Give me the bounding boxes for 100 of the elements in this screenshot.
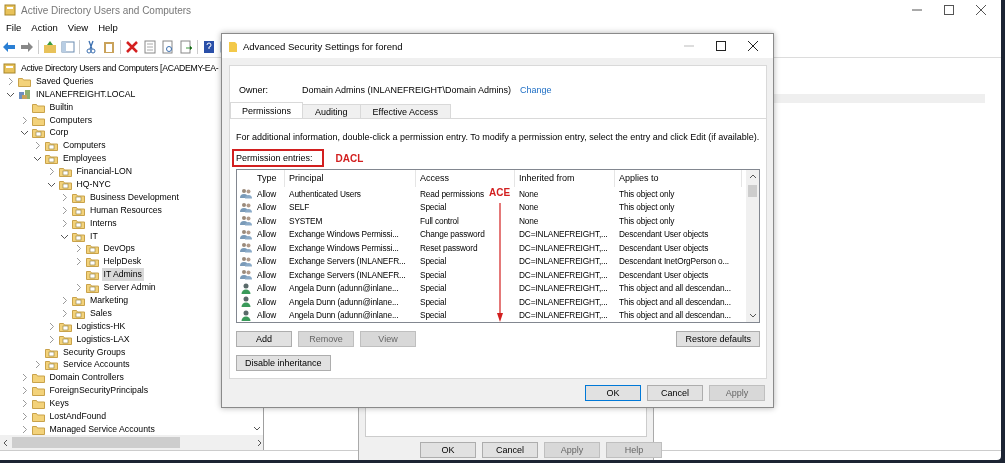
tree-item[interactable]: Financial-LON (74, 165, 135, 179)
folder-icon (31, 398, 45, 410)
button[interactable]: Cancel (647, 385, 703, 401)
table-cell: Angela Dunn (adunn@inlane... (289, 310, 399, 321)
tree-item[interactable]: ForeignSecurityPrincipals (47, 384, 150, 398)
tree-item[interactable]: Saved Queries (34, 74, 96, 88)
document-search-icon[interactable] (161, 39, 175, 54)
owner-label: Owner: (239, 85, 269, 95)
table-cell: DC=INLANEFREIGHT,... (519, 296, 608, 307)
user-icon (240, 296, 252, 308)
folder-up-icon[interactable] (43, 39, 57, 54)
button[interactable]: Disable inheritance (236, 355, 331, 371)
tree-item[interactable]: Computers (61, 139, 108, 153)
forward-arrow-icon[interactable] (20, 39, 34, 54)
table-cell: Full control (420, 215, 459, 226)
tree-item[interactable]: HQ-NYC (74, 177, 113, 191)
tree-item[interactable]: Business Development (88, 190, 181, 204)
tree-item[interactable]: HelpDesk (101, 255, 144, 269)
chevron-icon[interactable] (33, 154, 42, 164)
clipboard-icon[interactable] (102, 39, 116, 54)
export-icon[interactable] (179, 39, 193, 54)
tree-item[interactable]: INLANEFREIGHT.LOCAL (34, 87, 138, 101)
minimize-icon (684, 45, 694, 47)
scroll-left-icon[interactable] (2, 438, 8, 447)
folder-document-icon (85, 269, 99, 281)
tree-item[interactable]: LostAndFound (47, 410, 108, 423)
button[interactable]: Add (236, 331, 292, 347)
delete-icon[interactable] (125, 39, 139, 54)
table-cell: SYSTEM (289, 215, 323, 226)
folder-document-icon (72, 204, 85, 216)
tree-item[interactable]: Marketing (88, 294, 131, 307)
folder-document-icon (45, 359, 58, 371)
scroll-up-icon[interactable] (748, 173, 757, 179)
folder-document-icon (72, 294, 85, 306)
table-cell: None (519, 202, 539, 213)
table-cell: Allow (257, 310, 277, 321)
button[interactable]: Cancel (482, 442, 538, 458)
tree-item[interactable]: Interns (88, 216, 119, 230)
change-link[interactable]: Change (520, 85, 552, 95)
tree-item[interactable]: IT (88, 229, 100, 243)
close-icon[interactable] (748, 41, 758, 51)
tree-item[interactable]: Corp (47, 126, 71, 140)
chevron-icon[interactable] (19, 128, 29, 138)
tree-item[interactable]: Computers (47, 113, 94, 127)
pane-icon[interactable] (61, 39, 75, 54)
table-cell: Special (420, 269, 447, 280)
folder-document-icon (72, 217, 85, 229)
table-cell: Read permissions (420, 188, 484, 199)
maximize-icon[interactable] (944, 5, 954, 15)
tree-item[interactable]: Sales (88, 306, 114, 320)
directory-icon (3, 62, 16, 74)
tree-item[interactable]: Keys (47, 397, 71, 411)
folder-document-icon (58, 333, 72, 345)
column-header[interactable]: Principal (285, 170, 416, 187)
tree-item[interactable]: Domain Controllers (47, 371, 126, 385)
table-cell: Allow (257, 242, 277, 253)
tree-item[interactable]: Human Resources (88, 203, 164, 217)
scroll-down-icon[interactable] (252, 426, 261, 432)
column-header[interactable]: Inherited from (515, 170, 615, 187)
tree-item[interactable]: Active Directory Users and Computers [ACADEMY-EA- (19, 61, 221, 75)
help-icon[interactable] (202, 39, 216, 54)
tree-item[interactable]: Logistics-HK (74, 319, 128, 333)
scrollbar-thumb[interactable] (12, 437, 180, 448)
menu-item[interactable]: Help (93, 20, 123, 36)
tree-item[interactable]: Security Groups (61, 345, 128, 359)
tree-item[interactable]: DevOps (101, 242, 137, 256)
button[interactable]: Restore defaults (676, 331, 760, 347)
scroll-right-icon[interactable] (257, 438, 263, 447)
tree-item[interactable]: Service Accounts (61, 358, 132, 372)
table-cell: Allow (257, 296, 277, 307)
tree-item[interactable]: Builtin (47, 100, 76, 114)
tree-item[interactable]: Logistics-LAX (74, 332, 132, 346)
tree-item[interactable]: Managed Service Accounts (47, 422, 157, 435)
menu-item[interactable]: File (1, 20, 27, 36)
scissors-icon[interactable] (84, 39, 98, 54)
folder-document-icon (58, 166, 72, 178)
column-header[interactable]: Applies to (615, 170, 742, 187)
tree-item[interactable]: IT Admins (101, 268, 144, 282)
button[interactable]: OK (585, 385, 641, 401)
group-icon (240, 201, 252, 213)
close-icon[interactable] (976, 5, 986, 15)
folder-icon (18, 75, 31, 87)
domain-icon (18, 88, 31, 100)
table-cell: This object and all descendan... (619, 283, 731, 294)
maximize-icon[interactable] (716, 41, 726, 51)
menu-item[interactable]: View (62, 20, 94, 36)
scroll-down-icon[interactable] (748, 313, 757, 319)
menu-item[interactable]: Action (26, 20, 63, 36)
column-header[interactable]: Type (253, 170, 285, 187)
scrollbar-thumb[interactable] (748, 185, 757, 197)
annotation-label: ACE (489, 187, 511, 198)
tree-item[interactable]: Server Admin (101, 281, 158, 295)
button[interactable]: OK (420, 442, 476, 458)
folder-icon (31, 114, 45, 126)
group-icon (240, 188, 252, 200)
folder-document-icon (58, 320, 72, 332)
column-header[interactable]: Access (416, 170, 515, 187)
tree-item[interactable]: Employees (61, 152, 108, 166)
table-cell: DC=INLANEFREIGHT,... (519, 283, 608, 294)
table-cell: This object only (619, 215, 675, 226)
